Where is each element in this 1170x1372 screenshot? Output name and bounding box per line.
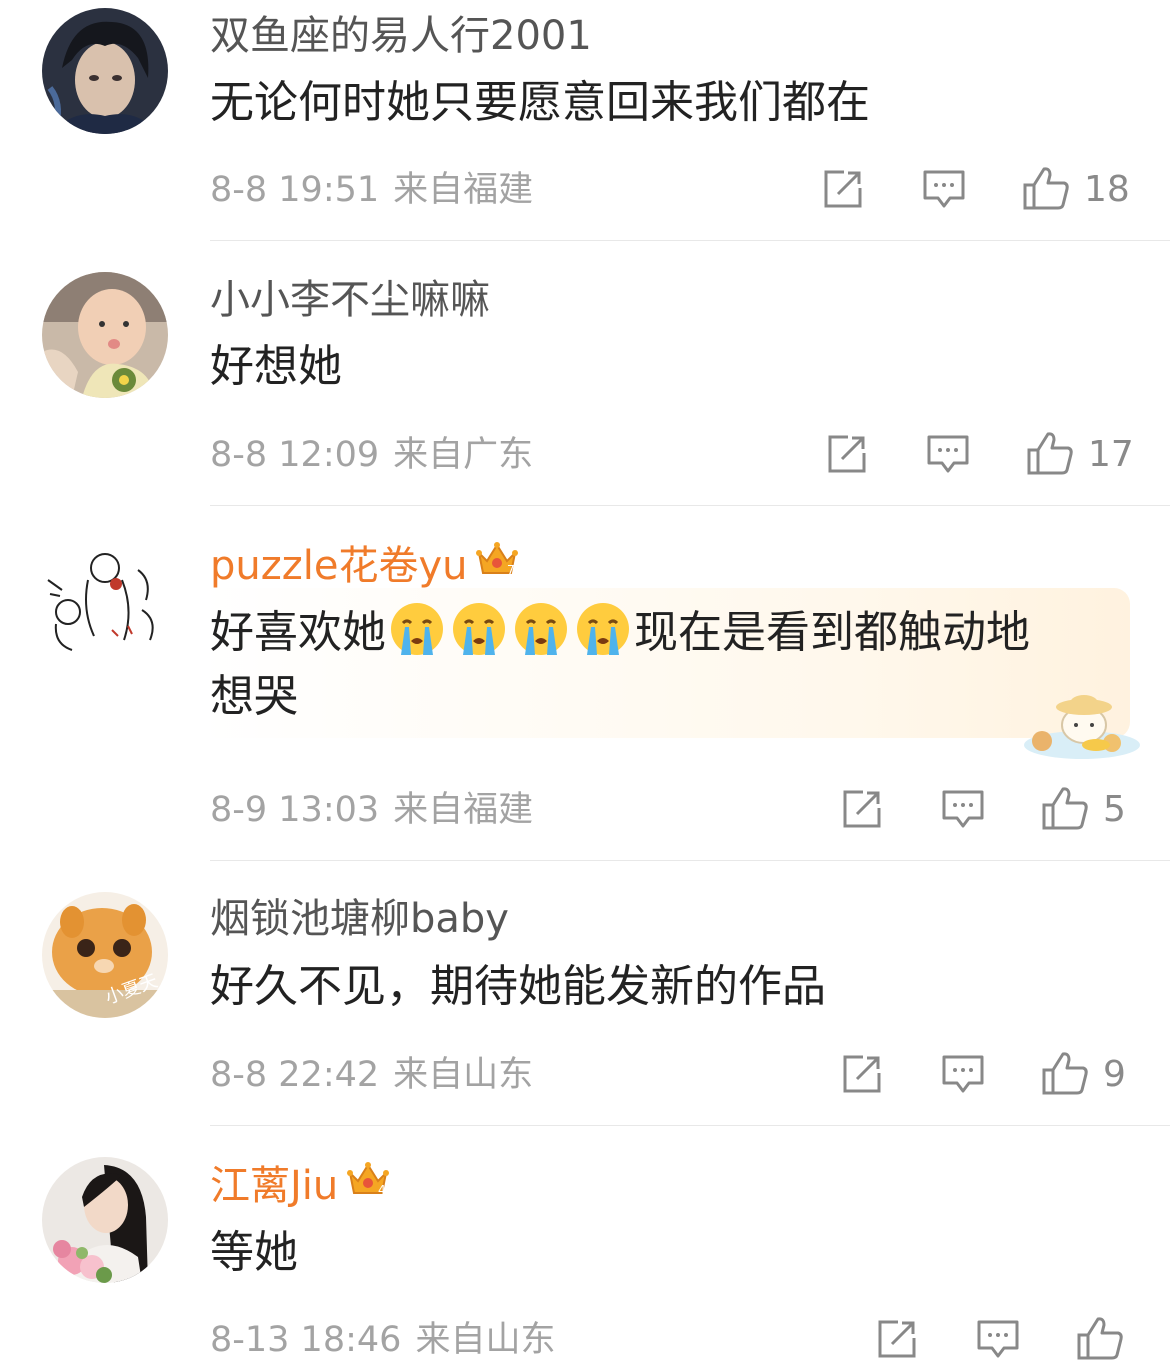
like-icon — [1041, 1050, 1089, 1100]
comment-time: 8-8 12:09 — [210, 435, 380, 475]
comment-meta: 8-8 19:51 来自福建 — [210, 168, 533, 212]
like-count: 9 — [1103, 1054, 1126, 1095]
share-icon — [822, 168, 864, 214]
username[interactable]: 烟锁池塘柳baby — [210, 893, 509, 945]
username[interactable]: 双鱼座的易人行2001 — [210, 10, 592, 62]
comment-text: 好喜欢她 现在是看到都触动地 — [210, 600, 1030, 676]
comment-text: 无论何时她只要愿意回来我们都在 — [210, 77, 870, 128]
comment-button[interactable] — [941, 1053, 985, 1099]
share-button[interactable] — [841, 788, 883, 834]
like-button[interactable]: 5 — [1041, 785, 1126, 835]
crying-face-icon — [513, 601, 569, 676]
comment-meta: 8-8 22:42 来自山东 — [210, 1053, 533, 1097]
comment-location: 来自福建 — [393, 790, 534, 830]
divider — [210, 1125, 1170, 1126]
like-button[interactable] — [1076, 1315, 1138, 1365]
comment-location: 来自山东 — [415, 1320, 556, 1360]
like-icon — [1076, 1315, 1124, 1365]
like-icon — [1041, 785, 1089, 835]
crying-face-icon — [389, 601, 445, 676]
like-button[interactable]: 18 — [1022, 165, 1130, 215]
divider — [210, 505, 1170, 506]
like-button[interactable]: 17 — [1026, 430, 1134, 480]
vip-crown-icon: 4 — [346, 1159, 390, 1212]
comment-button[interactable] — [976, 1318, 1020, 1364]
avatar[interactable] — [42, 540, 168, 666]
divider — [210, 860, 1170, 861]
share-button[interactable] — [826, 433, 868, 479]
username[interactable]: 江蓠Jiu 4 — [210, 1159, 390, 1212]
comment-location: 来自福建 — [393, 170, 534, 210]
share-icon — [826, 433, 868, 479]
username[interactable]: puzzle花卷yu 7 — [210, 539, 519, 592]
like-icon — [1022, 165, 1070, 215]
like-count: 5 — [1103, 789, 1126, 830]
comment-meta: 8-13 18:46 来自山东 — [210, 1318, 555, 1362]
vip-crown-icon: 7 — [475, 539, 519, 592]
svg-text:4: 4 — [378, 1183, 386, 1197]
share-button[interactable] — [876, 1318, 918, 1364]
comment-meta: 8-9 13:03 来自福建 — [210, 788, 533, 832]
share-button[interactable] — [841, 1053, 883, 1099]
comment-icon — [941, 1053, 985, 1099]
username-text: puzzle花卷yu — [210, 542, 468, 589]
like-count: 18 — [1084, 169, 1130, 210]
comment-icon — [941, 788, 985, 834]
comment-time: 8-8 22:42 — [210, 1055, 380, 1095]
avatar[interactable] — [42, 8, 168, 134]
avatar[interactable]: 小夏天 — [42, 892, 168, 1018]
comment-meta: 8-8 12:09 来自广东 — [210, 433, 533, 477]
comment-button[interactable] — [926, 433, 970, 479]
comment-text-part: 好喜欢她 — [210, 607, 386, 658]
share-icon — [876, 1318, 918, 1364]
comment-text-part: 现在是看到都触动地 — [634, 607, 1030, 658]
comment-text-line2: 想哭 — [210, 671, 298, 722]
like-icon — [1026, 430, 1074, 480]
comment-location: 来自广东 — [393, 435, 534, 475]
bubble-sticker-icon — [1012, 685, 1142, 769]
comment-time: 8-8 19:51 — [210, 170, 380, 210]
share-button[interactable] — [822, 168, 864, 214]
comment-time: 8-13 18:46 — [210, 1320, 402, 1360]
crying-face-icon — [451, 601, 507, 676]
comment-button[interactable] — [922, 168, 966, 214]
comment-icon — [922, 168, 966, 214]
crying-face-icon — [575, 601, 631, 676]
like-count: 17 — [1088, 434, 1134, 475]
username[interactable]: 小小李不尘嘛嘛 — [210, 274, 490, 326]
comment-icon — [976, 1318, 1020, 1364]
like-button[interactable]: 9 — [1041, 1050, 1126, 1100]
comment-time: 8-9 13:03 — [210, 790, 380, 830]
avatar[interactable] — [42, 272, 168, 398]
comment-location: 来自山东 — [393, 1055, 534, 1095]
share-icon — [841, 788, 883, 834]
comment-text: 好久不见，期待她能发新的作品 — [210, 961, 826, 1012]
svg-text:7: 7 — [507, 563, 515, 577]
comment-text: 等她 — [210, 1227, 298, 1278]
username-text: 江蓠Jiu — [210, 1162, 339, 1209]
share-icon — [841, 1053, 883, 1099]
comment-icon — [926, 433, 970, 479]
comment-button[interactable] — [941, 788, 985, 834]
avatar[interactable] — [42, 1157, 168, 1283]
comment-text: 好想她 — [210, 341, 342, 392]
divider — [210, 240, 1170, 241]
